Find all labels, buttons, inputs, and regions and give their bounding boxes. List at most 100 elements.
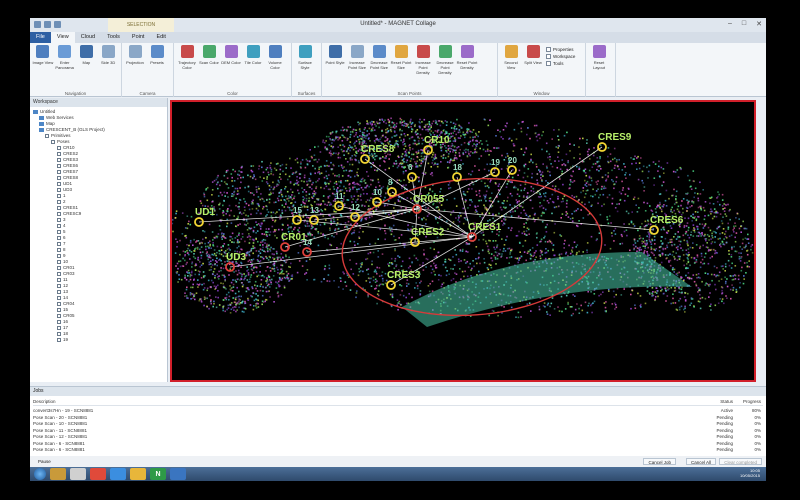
station-cres1[interactable]: CRES1 [467, 222, 502, 242]
maximize-icon[interactable]: □ [742, 20, 746, 28]
visibility-checkbox[interactable] [57, 164, 61, 168]
reset-point-density-button[interactable]: Reset Point Density [456, 45, 478, 97]
toggle-properties[interactable]: Properties [546, 47, 575, 52]
visibility-checkbox[interactable] [57, 170, 61, 174]
visibility-checkbox[interactable] [57, 260, 61, 264]
reset-point-size-button[interactable]: Reset Point Size [390, 45, 412, 97]
visibility-checkbox[interactable] [57, 146, 61, 150]
taskbar-collage-icon[interactable] [170, 468, 186, 480]
toggle-workspace[interactable]: Workspace [546, 54, 575, 59]
point-style-button[interactable]: Point Style [324, 45, 346, 97]
close-icon[interactable]: ✕ [756, 20, 762, 28]
station-14[interactable]: 14 [302, 238, 312, 257]
pause-button[interactable]: Pause [38, 459, 51, 464]
visibility-checkbox[interactable] [57, 248, 61, 252]
visibility-checkbox[interactable] [57, 212, 61, 216]
projection-button[interactable]: Projection [124, 45, 146, 97]
job-row[interactable]: Pose Scan - 20 - SCN8881 Pending 0% [33, 415, 763, 421]
split-view-button[interactable]: Split View [522, 45, 544, 97]
dem-color-button[interactable]: DEM Color [220, 45, 242, 97]
cancel-job-button[interactable]: Cancel Job [643, 458, 676, 465]
scan-color-button[interactable]: Scan Color [198, 45, 220, 97]
visibility-checkbox[interactable] [57, 224, 61, 228]
system-tray-clock[interactable]: 10:05 10/05/2015 [740, 468, 760, 478]
volume-color-button[interactable]: Volume Color [264, 45, 286, 97]
visibility-checkbox[interactable] [57, 194, 61, 198]
map-button[interactable]: Map [76, 45, 98, 97]
job-row[interactable]: Pose Scan - 10 - SCN8881 Pending 0% [33, 421, 763, 427]
job-row[interactable]: Pose Scan - 6 - SCN8881 Pending 0% [33, 447, 763, 453]
tab-cloud[interactable]: Cloud [75, 32, 101, 43]
checkbox[interactable] [546, 61, 551, 66]
visibility-checkbox[interactable] [57, 200, 61, 204]
tab-tools[interactable]: Tools [101, 32, 126, 43]
visibility-checkbox[interactable] [57, 320, 61, 324]
taskbar-explorer-icon[interactable] [50, 468, 66, 480]
station-cres2[interactable]: CRES2 [410, 227, 445, 247]
reset-layout-button[interactable]: Reset Layout [588, 45, 610, 97]
visibility-checkbox[interactable] [57, 278, 61, 282]
cancel-all-button[interactable]: Cancel All [685, 458, 716, 465]
increase-point-density-button[interactable]: Increase Point Density [412, 45, 434, 97]
visibility-checkbox[interactable] [57, 176, 61, 180]
taskbar-chrome-icon[interactable] [90, 468, 106, 480]
second-view-button[interactable]: Second View [500, 45, 522, 97]
visibility-checkbox[interactable] [57, 284, 61, 288]
clear-completed-button[interactable]: Clear completed [719, 458, 762, 465]
visibility-checkbox[interactable] [57, 188, 61, 192]
start-button[interactable] [34, 468, 46, 480]
tab-view[interactable]: View [50, 32, 75, 43]
enter-panorama-button[interactable]: Enter Panorama [54, 45, 76, 97]
checkbox[interactable] [546, 47, 551, 52]
job-row[interactable]: Pose Scan - 6 - SCN8881 Pending 0% [33, 441, 763, 447]
visibility-checkbox[interactable] [57, 314, 61, 318]
trajectory-color-button[interactable]: Trajectory Color [176, 45, 198, 97]
visibility-checkbox[interactable] [57, 236, 61, 240]
tab-point[interactable]: Point [126, 32, 151, 43]
tile-color-button[interactable]: Tile Color [242, 45, 264, 97]
visibility-checkbox[interactable] [57, 326, 61, 330]
taskbar-files-icon[interactable] [130, 468, 146, 480]
visibility-checkbox[interactable] [57, 218, 61, 222]
visibility-checkbox[interactable] [57, 308, 61, 312]
visibility-checkbox[interactable] [57, 290, 61, 294]
visibility-checkbox[interactable] [57, 332, 61, 336]
visibility-checkbox[interactable] [57, 272, 61, 276]
job-row[interactable]: Pose Scan - 11 - SCN8881 Pending 0% [33, 428, 763, 434]
taskbar-n-icon[interactable]: N [150, 468, 166, 480]
increase-point-size-button[interactable]: Increase Point Size [346, 45, 368, 97]
decrease-point-size-button[interactable]: Decrease Point Size [368, 45, 390, 97]
tab-edit[interactable]: Edit [150, 32, 171, 43]
visibility-checkbox[interactable] [51, 140, 55, 144]
tab-file[interactable]: File [30, 32, 51, 43]
image-view-button[interactable]: Image View [32, 45, 54, 97]
visibility-checkbox[interactable] [57, 302, 61, 306]
point-cloud-viewport[interactable]: UD1 UD3 CR01 CRES8 CR10 CRES9 CRES6 CRES1 CRES2 C… [170, 100, 756, 382]
toggle-tools[interactable]: Tools [546, 61, 575, 66]
visibility-checkbox[interactable] [57, 338, 61, 342]
visibility-checkbox[interactable] [57, 182, 61, 186]
side-3d-button[interactable]: Side 3D [97, 45, 119, 97]
presets-button[interactable]: Presets [146, 45, 168, 97]
visibility-checkbox[interactable] [57, 296, 61, 300]
minimize-icon[interactable]: – [728, 20, 732, 28]
visibility-checkbox[interactable] [57, 152, 61, 156]
visibility-checkbox[interactable] [45, 134, 49, 138]
visibility-checkbox[interactable] [57, 254, 61, 258]
visibility-checkbox[interactable] [57, 206, 61, 210]
point-cloud-canvas[interactable]: UD1UD3CR01CRES8CR10 CRES9CRES6CRES1CRES2C… [172, 102, 754, 380]
station-15[interactable]: 15 [292, 206, 302, 225]
visibility-checkbox[interactable] [57, 242, 61, 246]
station-20[interactable]: 20 [507, 156, 517, 175]
decrease-point-density-button[interactable]: Decrease Point Density [434, 45, 456, 97]
taskbar-ie-icon[interactable] [110, 468, 126, 480]
station-cres3[interactable]: CRES3 [386, 270, 421, 290]
checkbox[interactable] [546, 54, 551, 59]
visibility-checkbox[interactable] [57, 158, 61, 162]
taskbar-media-icon[interactable] [70, 468, 86, 480]
job-row[interactable]: convert3s7Hn - 19 - SCN8881 Active 80% [33, 408, 763, 414]
surface-style-button[interactable]: Surface Style [294, 45, 316, 97]
station-ud3[interactable]: UD3 [225, 252, 246, 272]
tree-item-19[interactable]: 19 [30, 337, 167, 343]
visibility-checkbox[interactable] [57, 266, 61, 270]
